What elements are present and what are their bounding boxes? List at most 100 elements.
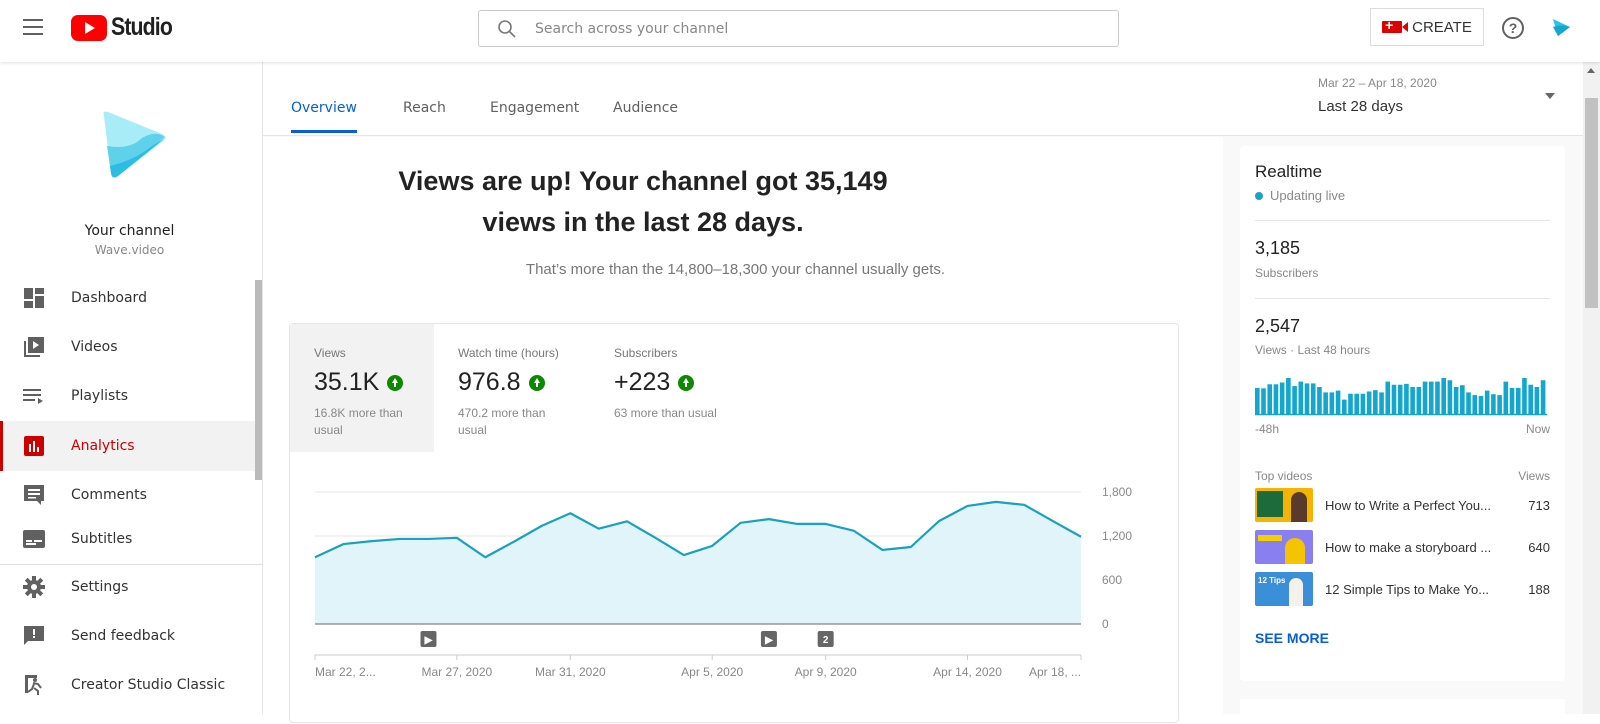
video-views: 640 (1528, 540, 1550, 555)
realtime-bar (1385, 382, 1390, 414)
realtime-bar (1342, 400, 1347, 414)
sidebar-item-playlists[interactable]: Playlists (0, 371, 255, 421)
date-range-dropdown[interactable]: Mar 22 – Apr 18, 2020 Last 28 days (1318, 76, 1563, 124)
realtime-bar (1336, 391, 1341, 414)
sidebar-item-creator-studio-classic[interactable]: Creator Studio Classic (0, 660, 255, 710)
channel-name: Your channel (0, 223, 259, 239)
create-label: CREATE (1412, 19, 1472, 36)
sidebar-item-dashboard[interactable]: Dashboard (0, 273, 255, 323)
search-icon (497, 19, 517, 39)
realtime-bar (1292, 386, 1297, 414)
realtime-bar (1479, 396, 1484, 414)
video-views: 713 (1528, 498, 1550, 513)
playlists-icon (23, 385, 45, 407)
realtime-bar (1417, 387, 1422, 414)
realtime-live-status: Updating live (1255, 188, 1345, 203)
x-tick-label: Apr 9, 2020 (795, 665, 857, 679)
realtime-bar (1485, 391, 1490, 414)
realtime-bar (1373, 390, 1378, 414)
realtime-bar (1472, 395, 1477, 414)
realtime-bar (1448, 380, 1453, 414)
realtime-bar-chart[interactable] (1255, 376, 1547, 416)
realtime-bar (1261, 388, 1266, 414)
video-thumbnail: 12 Tips (1255, 572, 1313, 606)
realtime-bar (1528, 385, 1533, 414)
exit-icon (23, 674, 45, 696)
sidebar-item-analytics[interactable]: Analytics (0, 421, 255, 471)
subtitles-icon (23, 528, 45, 550)
tab-engagement[interactable]: Engagement (490, 100, 579, 130)
help-icon[interactable]: ? (1502, 17, 1524, 39)
axis-end-label: Now (1526, 422, 1550, 436)
channel-logo[interactable] (100, 110, 170, 187)
analytics-tabs: Overview Reach Engagement Audience Mar 2… (263, 62, 1583, 136)
gear-icon (23, 576, 45, 598)
video-thumbnail (1255, 530, 1313, 564)
views-chart[interactable]: 06001,2001,800▶▶2Mar 22, 2...Mar 27, 202… (290, 324, 1180, 724)
top-videos-label: Top videos (1255, 469, 1312, 483)
tab-audience[interactable]: Audience (613, 100, 678, 130)
sidebar-item-label: Analytics (71, 438, 135, 454)
create-button[interactable]: CREATE (1370, 8, 1484, 46)
scroll-up-icon[interactable] (1587, 68, 1595, 73)
channel-avatar-icon (1550, 17, 1572, 39)
realtime-bar (1429, 382, 1434, 414)
page-scrollbar[interactable] (1583, 62, 1600, 714)
sidebar-item-send-feedback[interactable]: Send feedback (0, 611, 255, 661)
sidebar-item-subtitles[interactable]: Subtitles (0, 519, 255, 559)
sidebar-item-settings[interactable]: Settings (0, 562, 255, 612)
channel-logo-icon (100, 110, 170, 182)
realtime-bar (1423, 382, 1428, 414)
studio-logo[interactable]: Studio (71, 13, 183, 42)
realtime-views-value: 2,547 (1255, 316, 1300, 337)
tab-reach[interactable]: Reach (403, 100, 446, 130)
realtime-bar (1398, 385, 1403, 414)
realtime-bar (1510, 388, 1515, 414)
videos-icon (23, 336, 45, 358)
realtime-subscribers-label: Subscribers (1255, 266, 1318, 280)
realtime-bar (1317, 387, 1322, 414)
video-title: 12 Simple Tips to Make Yo... (1325, 582, 1525, 597)
realtime-bar (1354, 394, 1359, 414)
video-thumbnail (1255, 488, 1313, 522)
sidebar-scrollbar[interactable] (255, 280, 262, 480)
overview-headline: Views are up! Your channel got 35,149 vi… (393, 161, 893, 243)
top-bar: Studio CREATE ? (0, 0, 1600, 62)
realtime-bar (1286, 378, 1291, 414)
realtime-bar (1491, 394, 1496, 414)
sidebar-item-videos[interactable]: Videos (0, 322, 255, 372)
account-avatar[interactable] (1550, 17, 1572, 44)
comments-icon (23, 484, 45, 506)
x-tick-label: Apr 18, ... (1029, 665, 1081, 679)
top-video-row[interactable]: How to make a storyboard ... 640 (1255, 530, 1550, 564)
realtime-bar (1348, 394, 1353, 414)
realtime-bar (1361, 394, 1366, 414)
search-input[interactable] (535, 21, 1095, 37)
x-tick-label: Apr 5, 2020 (681, 665, 743, 679)
realtime-bar (1535, 387, 1540, 414)
realtime-bar (1441, 378, 1446, 414)
youtube-logo-icon (71, 15, 107, 41)
date-range-label: Last 28 days (1318, 98, 1563, 115)
see-more-link[interactable]: SEE MORE (1255, 630, 1329, 646)
tab-overview[interactable]: Overview (291, 100, 357, 133)
sidebar: Your channel Wave.video Dashboard Videos… (0, 62, 263, 714)
divider (1255, 220, 1550, 221)
realtime-bar (1267, 384, 1272, 414)
realtime-bar (1280, 383, 1285, 415)
menu-icon[interactable] (23, 19, 43, 35)
y-tick-label: 600 (1102, 573, 1122, 587)
realtime-bar (1504, 382, 1509, 414)
realtime-bar (1541, 380, 1546, 414)
sidebar-item-comments[interactable]: Comments (0, 470, 255, 520)
top-video-row[interactable]: 12 Tips 12 Simple Tips to Make Yo... 188 (1255, 572, 1550, 606)
realtime-bar (1255, 388, 1260, 414)
sidebar-item-label: Dashboard (71, 290, 147, 306)
realtime-bar (1410, 387, 1415, 414)
realtime-bar (1454, 387, 1459, 414)
realtime-subscribers-value: 3,185 (1255, 238, 1300, 259)
search-box[interactable] (478, 10, 1119, 47)
top-video-row[interactable]: How to Write a Perfect You... 713 (1255, 488, 1550, 522)
scroll-thumb[interactable] (1585, 98, 1598, 308)
divider (1255, 298, 1550, 299)
